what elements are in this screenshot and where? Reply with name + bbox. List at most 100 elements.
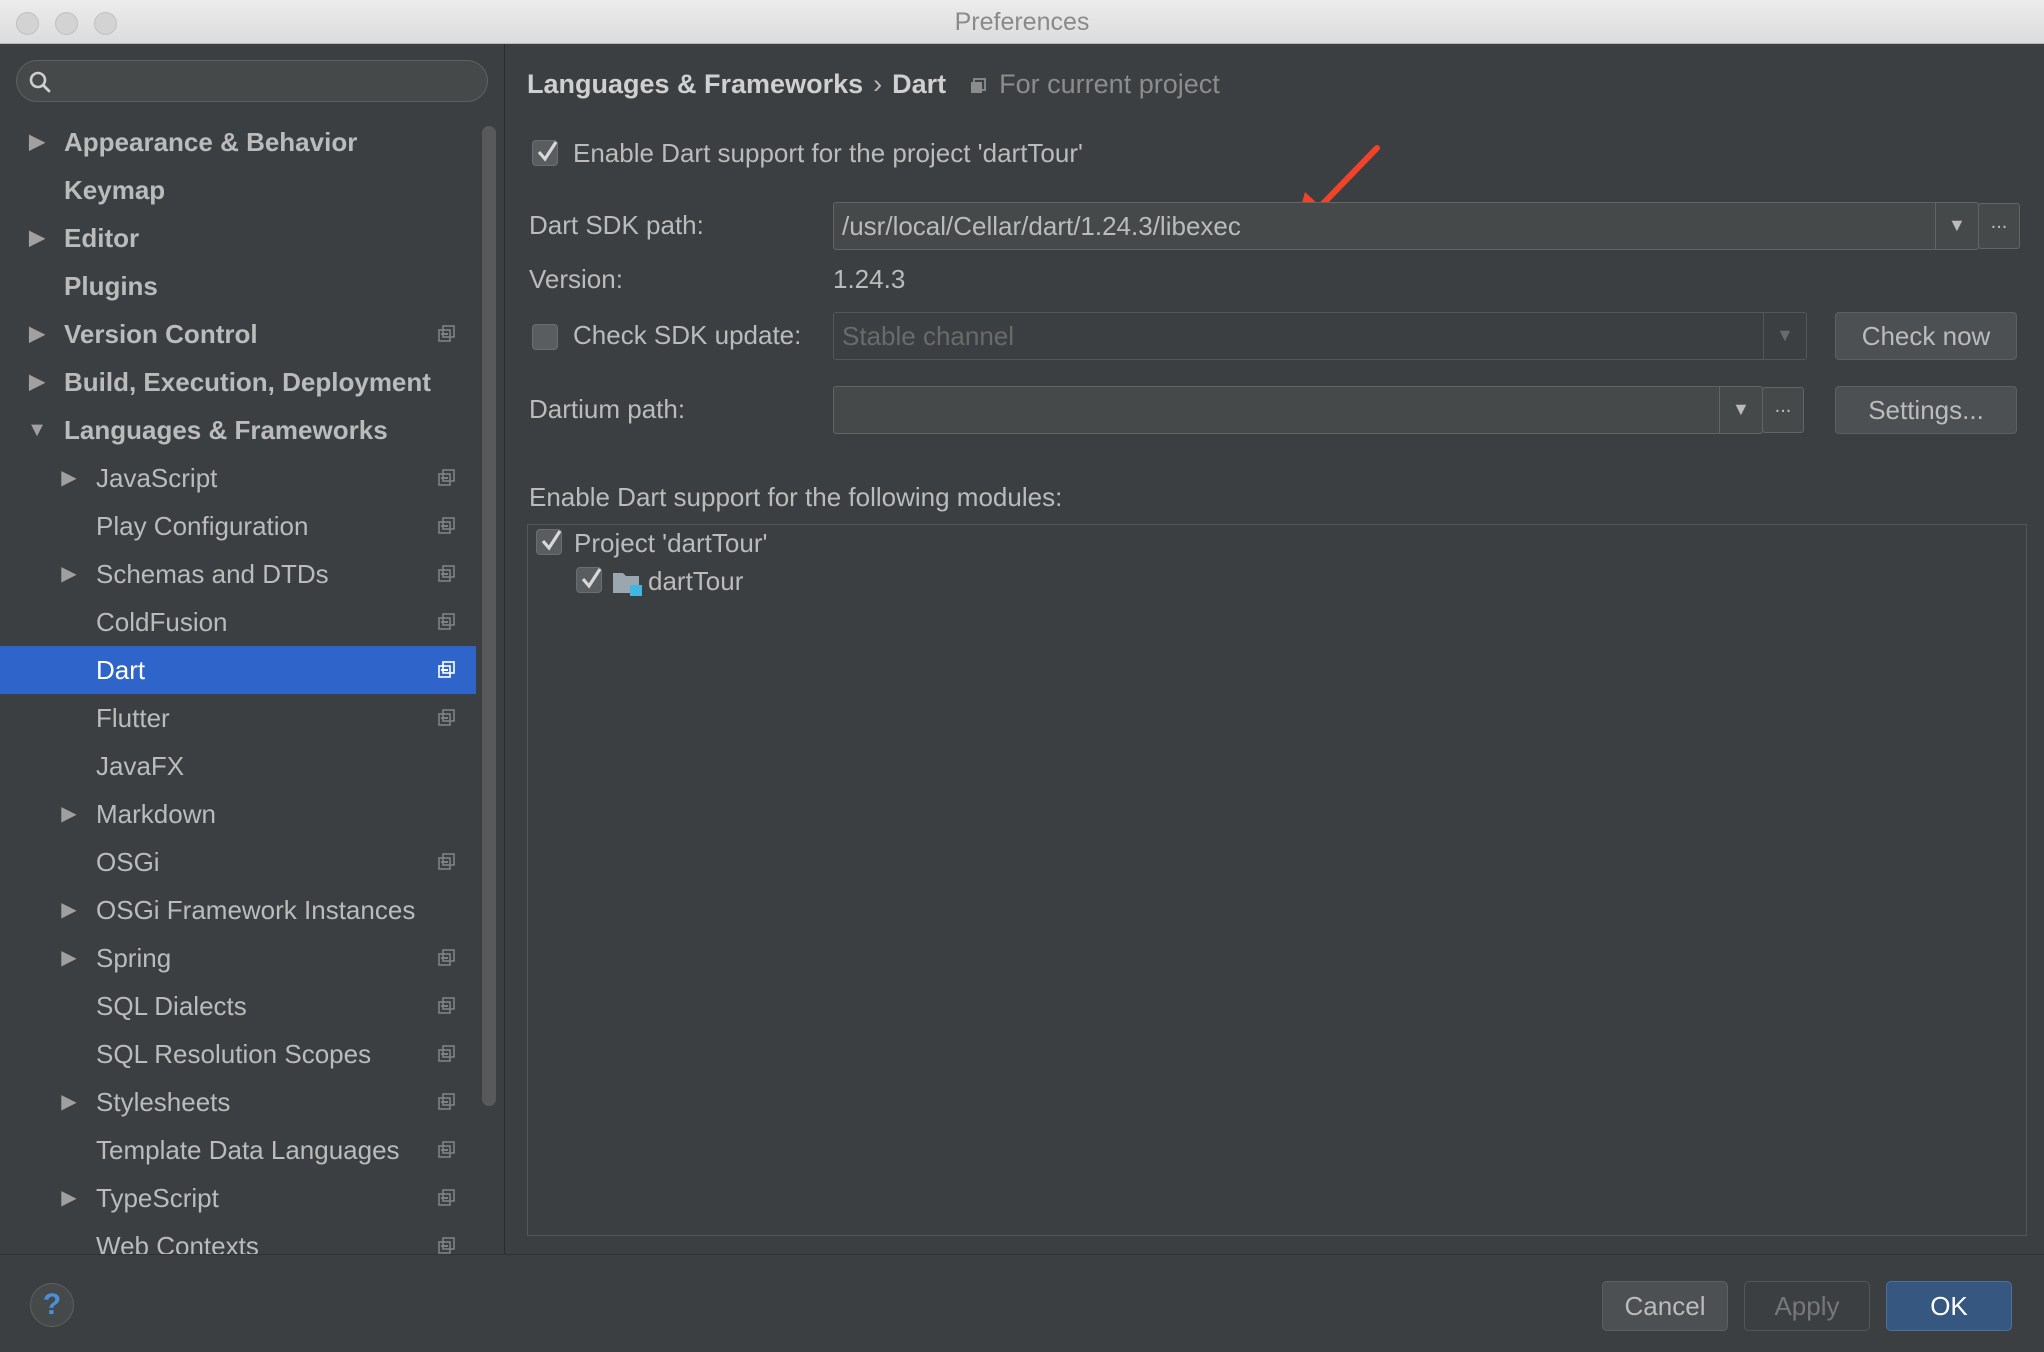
project-module-label[interactable]: Project 'dartTour' <box>574 525 767 561</box>
sidebar-item-label: ColdFusion <box>96 607 228 637</box>
enable-dart-label[interactable]: Enable Dart support for the project 'dar… <box>573 138 1083 169</box>
update-channel-value: Stable channel <box>842 321 1015 351</box>
sidebar-item-dart[interactable]: Dart <box>0 646 476 694</box>
sidebar-item-label: Play Configuration <box>96 511 309 541</box>
sidebar-item-label: OSGi Framework Instances <box>96 895 416 925</box>
expand-down-icon[interactable]: ▼ <box>26 406 48 454</box>
settings-tree: ▶ Appearance & Behavior Keymap ▶ Editor Plugi… <box>0 118 476 1254</box>
sidebar-item-editor[interactable]: ▶ Editor <box>0 214 476 262</box>
sidebar-item-sql-resolution-scopes[interactable]: SQL Resolution Scopes <box>0 1030 476 1078</box>
breadcrumb-current: Dart <box>892 69 947 99</box>
project-scope-icon <box>438 997 455 1014</box>
project-scope-icon <box>438 517 455 534</box>
sidebar-item-flutter[interactable]: Flutter <box>0 694 476 742</box>
expand-right-icon[interactable]: ▶ <box>58 886 80 934</box>
sidebar-item-template-data-languages[interactable]: Template Data Languages <box>0 1126 476 1174</box>
help-button[interactable]: ? <box>30 1283 74 1327</box>
sidebar-item-spring[interactable]: ▶ Spring <box>0 934 476 982</box>
sidebar-item-javascript[interactable]: ▶ JavaScript <box>0 454 476 502</box>
dropdown-arrow-icon: ▼ <box>1732 399 1750 419</box>
sidebar-item-version-control[interactable]: ▶ Version Control <box>0 310 476 358</box>
expand-right-icon[interactable]: ▶ <box>58 1078 80 1126</box>
sdk-path-dropdown-button[interactable]: ▼ <box>1935 203 1978 249</box>
cancel-button[interactable]: Cancel <box>1602 1281 1728 1331</box>
sdk-path-browse-button[interactable]: ... <box>1978 203 2020 249</box>
expand-right-icon[interactable]: ▶ <box>58 1174 80 1222</box>
expand-right-icon[interactable]: ▶ <box>26 358 48 406</box>
sidebar-scrollbar[interactable] <box>482 126 496 1106</box>
project-module-checkbox[interactable] <box>536 529 562 555</box>
sidebar-item-markdown[interactable]: ▶ Markdown <box>0 790 476 838</box>
sidebar-item-label: TypeScript <box>96 1183 219 1213</box>
sidebar-item-coldfusion[interactable]: ColdFusion <box>0 598 476 646</box>
dartium-path-dropdown-button[interactable]: ▼ <box>1719 387 1762 433</box>
check-sdk-update-checkbox[interactable] <box>532 324 558 350</box>
sidebar-item-osgi-framework-instances[interactable]: ▶ OSGi Framework Instances <box>0 886 476 934</box>
title-bar: Preferences <box>0 0 2044 44</box>
project-scope-icon <box>438 1093 455 1110</box>
sidebar-item-label: SQL Dialects <box>96 991 247 1021</box>
sidebar-item-play-configuration[interactable]: Play Configuration <box>0 502 476 550</box>
project-scope-icon <box>438 1045 455 1062</box>
apply-button[interactable]: Apply <box>1744 1281 1870 1331</box>
expand-right-icon[interactable]: ▶ <box>58 454 80 502</box>
checkmark-icon <box>541 530 562 551</box>
update-channel-select[interactable]: Stable channel ▼ <box>833 312 1807 360</box>
settings-search-input[interactable] <box>16 60 488 102</box>
checkmark-icon <box>581 568 602 589</box>
sidebar-item-schemas-and-dtds[interactable]: ▶ Schemas and DTDs <box>0 550 476 598</box>
project-scope-icon <box>438 949 455 966</box>
sidebar-item-sql-dialects[interactable]: SQL Dialects <box>0 982 476 1030</box>
sidebar-item-label: Markdown <box>96 799 216 829</box>
modules-label: Enable Dart support for the following mo… <box>529 482 1063 512</box>
breadcrumb: Languages & Frameworks › Dart For current … <box>527 64 1220 104</box>
sidebar-item-label: Editor <box>64 223 140 253</box>
sidebar-item-osgi[interactable]: OSGi <box>0 838 476 886</box>
sidebar-item-appearance-behavior[interactable]: ▶ Appearance & Behavior <box>0 118 476 166</box>
project-scope-icon <box>438 661 455 678</box>
sidebar-item-label: JavaFX <box>96 751 185 781</box>
dartium-path-combobox[interactable]: ▼ <box>833 386 1763 434</box>
expand-right-icon[interactable]: ▶ <box>58 790 80 838</box>
sidebar-item-label: Web Contexts <box>96 1231 259 1254</box>
sidebar-item-javafx[interactable]: JavaFX <box>0 742 476 790</box>
enable-dart-checkbox[interactable] <box>532 140 558 166</box>
darttour-module-label[interactable]: dartTour <box>648 563 743 599</box>
ok-button[interactable]: OK <box>1886 1281 2012 1331</box>
dropdown-arrow-icon: ▼ <box>1948 215 1966 235</box>
sidebar-item-label: Dart <box>96 655 146 685</box>
sidebar-item-label: Schemas and DTDs <box>96 559 329 589</box>
expand-right-icon[interactable]: ▶ <box>58 550 80 598</box>
module-folder-icon <box>613 573 642 596</box>
sdk-path-combobox[interactable]: /usr/local/Cellar/dart/1.24.3/libexec ▼ <box>833 202 1979 250</box>
sidebar-item-label: Keymap <box>64 175 166 205</box>
project-scope-icon <box>438 565 455 582</box>
expand-right-icon[interactable]: ▶ <box>26 214 48 262</box>
breadcrumb-parent: Languages & Frameworks <box>527 69 864 99</box>
project-scope-icon <box>438 1237 455 1254</box>
sidebar-item-label: Spring <box>96 943 172 973</box>
check-sdk-update-label[interactable]: Check SDK update: <box>573 320 801 351</box>
sidebar-item-build-execution-deployment[interactable]: ▶ Build, Execution, Deployment <box>0 358 476 406</box>
check-now-button[interactable]: Check now <box>1835 312 2017 360</box>
sidebar-item-web-contexts[interactable]: Web Contexts <box>0 1222 476 1254</box>
sidebar-item-typescript[interactable]: ▶ TypeScript <box>0 1174 476 1222</box>
sdk-path-label: Dart SDK path: <box>529 210 704 240</box>
expand-right-icon[interactable]: ▶ <box>26 118 48 166</box>
expand-right-icon[interactable]: ▶ <box>58 934 80 982</box>
dartium-settings-button[interactable]: Settings... <box>1835 386 2017 434</box>
expand-right-icon[interactable]: ▶ <box>26 310 48 358</box>
dart-settings-panel: Languages & Frameworks › Dart For current … <box>505 44 2044 1254</box>
darttour-module-checkbox[interactable] <box>576 567 602 593</box>
project-scope-icon <box>438 1141 455 1158</box>
sidebar-item-languages-frameworks[interactable]: ▼ Languages & Frameworks <box>0 406 476 454</box>
sidebar-item-label: OSGi <box>96 847 160 877</box>
sdk-path-value[interactable]: /usr/local/Cellar/dart/1.24.3/libexec <box>842 203 1241 249</box>
update-channel-dropdown-button[interactable]: ▼ <box>1763 313 1806 359</box>
sidebar-item-plugins[interactable]: Plugins <box>0 262 476 310</box>
dartium-path-browse-button[interactable]: ... <box>1762 387 1804 433</box>
sidebar-item-keymap[interactable]: Keymap <box>0 166 476 214</box>
modules-tree: Project 'dartTour' dartTour <box>527 524 2027 1236</box>
sidebar-item-stylesheets[interactable]: ▶ Stylesheets <box>0 1078 476 1126</box>
project-scope-icon <box>438 613 455 630</box>
